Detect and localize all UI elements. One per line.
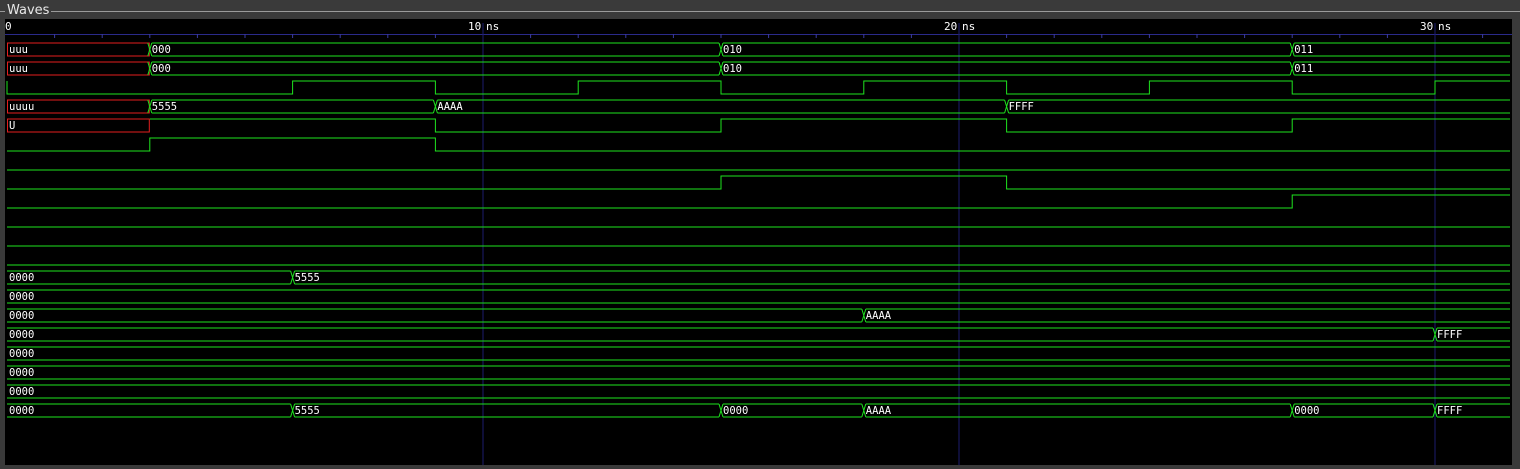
bus-segment [151, 99, 434, 114]
ruler-unit-label: ns [962, 20, 975, 33]
bus-segment [7, 270, 291, 285]
bus-segment [865, 308, 1510, 323]
bus-value-label: 000 [152, 63, 171, 75]
bus-segment [7, 403, 291, 418]
bus-value-label: 0000 [723, 405, 748, 417]
panel-title: Waves [5, 3, 52, 19]
undefined-value-box [7, 42, 150, 57]
bus-segment [7, 308, 862, 323]
bus-segment [7, 384, 1510, 399]
ruler-unit-label: ns [1438, 20, 1451, 33]
bus-value-label: 0000 [9, 291, 34, 303]
bus-value-label: AAAA [437, 101, 463, 113]
bus-segment [1294, 61, 1510, 76]
bus-segment [1294, 42, 1510, 57]
ruler-tick-label: 10 [468, 20, 481, 33]
bus-value-label: 011 [1294, 63, 1313, 75]
bit-waveform [6, 80, 1510, 95]
bus-value-label: 0000 [9, 329, 34, 341]
bus-segment [294, 403, 719, 418]
bus-segment [7, 289, 1510, 304]
ruler-tick-label: 30 [1420, 20, 1433, 33]
bus-value-label: 0000 [9, 386, 34, 398]
bus-value-label: 010 [723, 44, 742, 56]
waveform-canvas[interactable]: 0 10 ns 20 ns 30 ns uuu 000 010 011 uuu 000 010 011 uuu… [5, 19, 1512, 465]
bus-segment [7, 365, 1510, 380]
bus-value-label: AAAA [866, 405, 892, 417]
bus-value-label: FFFF [1009, 101, 1034, 113]
bus-value-label: 0000 [1294, 405, 1319, 417]
bus-segment [294, 270, 1510, 285]
ruler-tick-label: 20 [944, 20, 957, 33]
bus-segment [7, 346, 1510, 361]
bus-value-label: 0000 [9, 367, 34, 379]
bus-value-label: FFFF [1437, 405, 1462, 417]
bus-value-label: 5555 [152, 101, 177, 113]
bit-waveform [149, 118, 1510, 133]
bus-segment [151, 42, 719, 57]
bus-segment [151, 61, 719, 76]
bus-value-label: uuu [9, 44, 28, 56]
bit-value-label: U [9, 120, 15, 132]
bus-value-label: 0000 [9, 272, 34, 284]
bus-value-label: 5555 [295, 272, 320, 284]
bus-segment [865, 403, 1291, 418]
undefined-value-box [7, 118, 150, 133]
bus-value-label: 011 [1294, 44, 1313, 56]
bus-value-label: 010 [723, 63, 742, 75]
waveform-svg[interactable]: 0 10 ns 20 ns 30 nsuuu 000 010 011uuu 000 010 011uuu… [5, 19, 1512, 465]
bus-value-label: 5555 [295, 405, 320, 417]
bit-waveform [7, 175, 1510, 190]
panel-title-rule [0, 11, 1520, 12]
bus-segment [723, 61, 1291, 76]
bus-value-label: 0000 [9, 310, 34, 322]
bus-value-label: AAAA [866, 310, 892, 322]
bus-value-label: uuu [9, 63, 28, 75]
bit-waveform [7, 137, 1510, 152]
bus-segment [7, 327, 1433, 342]
ruler-unit-label: ns [486, 20, 499, 33]
bus-value-label: 0000 [9, 348, 34, 360]
undefined-value-box [7, 61, 150, 76]
ruler-origin-label: 0 [5, 20, 12, 33]
bit-waveform [7, 194, 1510, 209]
bus-value-label: FFFF [1437, 329, 1462, 341]
bus-segment [437, 99, 1005, 114]
bus-value-label: 0000 [9, 405, 34, 417]
waves-panel: Waves 0 10 ns 20 ns 30 ns uuu 000 010 011 uuu 000 010… [0, 0, 1520, 465]
bus-value-label: 000 [152, 44, 171, 56]
bus-value-label: uuuu [9, 101, 34, 113]
bus-segment [723, 42, 1291, 57]
